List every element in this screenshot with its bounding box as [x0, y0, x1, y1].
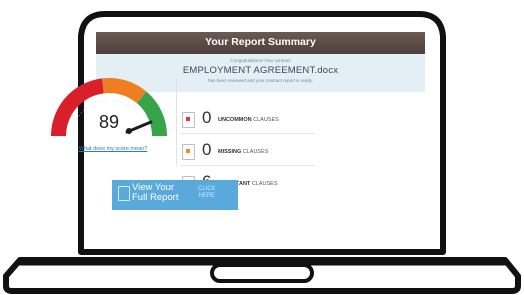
- clause-row-uncommon[interactable]: 0 UNCOMMON CLAUSES: [180, 108, 315, 134]
- orange-warning-icon: [182, 144, 195, 160]
- score-value: 89: [98, 112, 120, 132]
- view-report-label: View Your Full Report: [132, 182, 179, 203]
- section-divider: [176, 78, 177, 166]
- gauge-green-segment: [136, 91, 168, 136]
- row-divider: [180, 133, 315, 134]
- score-explanation-link[interactable]: What does my score mean?: [63, 146, 163, 152]
- document-icon: [118, 186, 130, 201]
- congrats-text: Congratulations! Your contract: [230, 58, 291, 63]
- row-divider: [180, 165, 315, 166]
- red-flag-icon: [182, 112, 195, 128]
- report-title: Your Report Summary: [205, 36, 316, 48]
- clause-label: MISSING CLAUSES: [218, 149, 269, 155]
- clause-row-missing[interactable]: 0 MISSING CLAUSES: [180, 140, 315, 166]
- clause-count: 0: [202, 140, 212, 159]
- clause-count: 0: [202, 108, 212, 127]
- view-full-report-button[interactable]: View Your Full Report CLICK HERE: [112, 180, 238, 210]
- score-gauge: [51, 77, 168, 148]
- report-banner: Your Report Summary: [96, 32, 425, 54]
- click-here-label: CLICK HERE: [198, 186, 216, 199]
- clause-label: UNCOMMON CLAUSES: [218, 117, 279, 123]
- gauge-orange-segment: [102, 77, 147, 103]
